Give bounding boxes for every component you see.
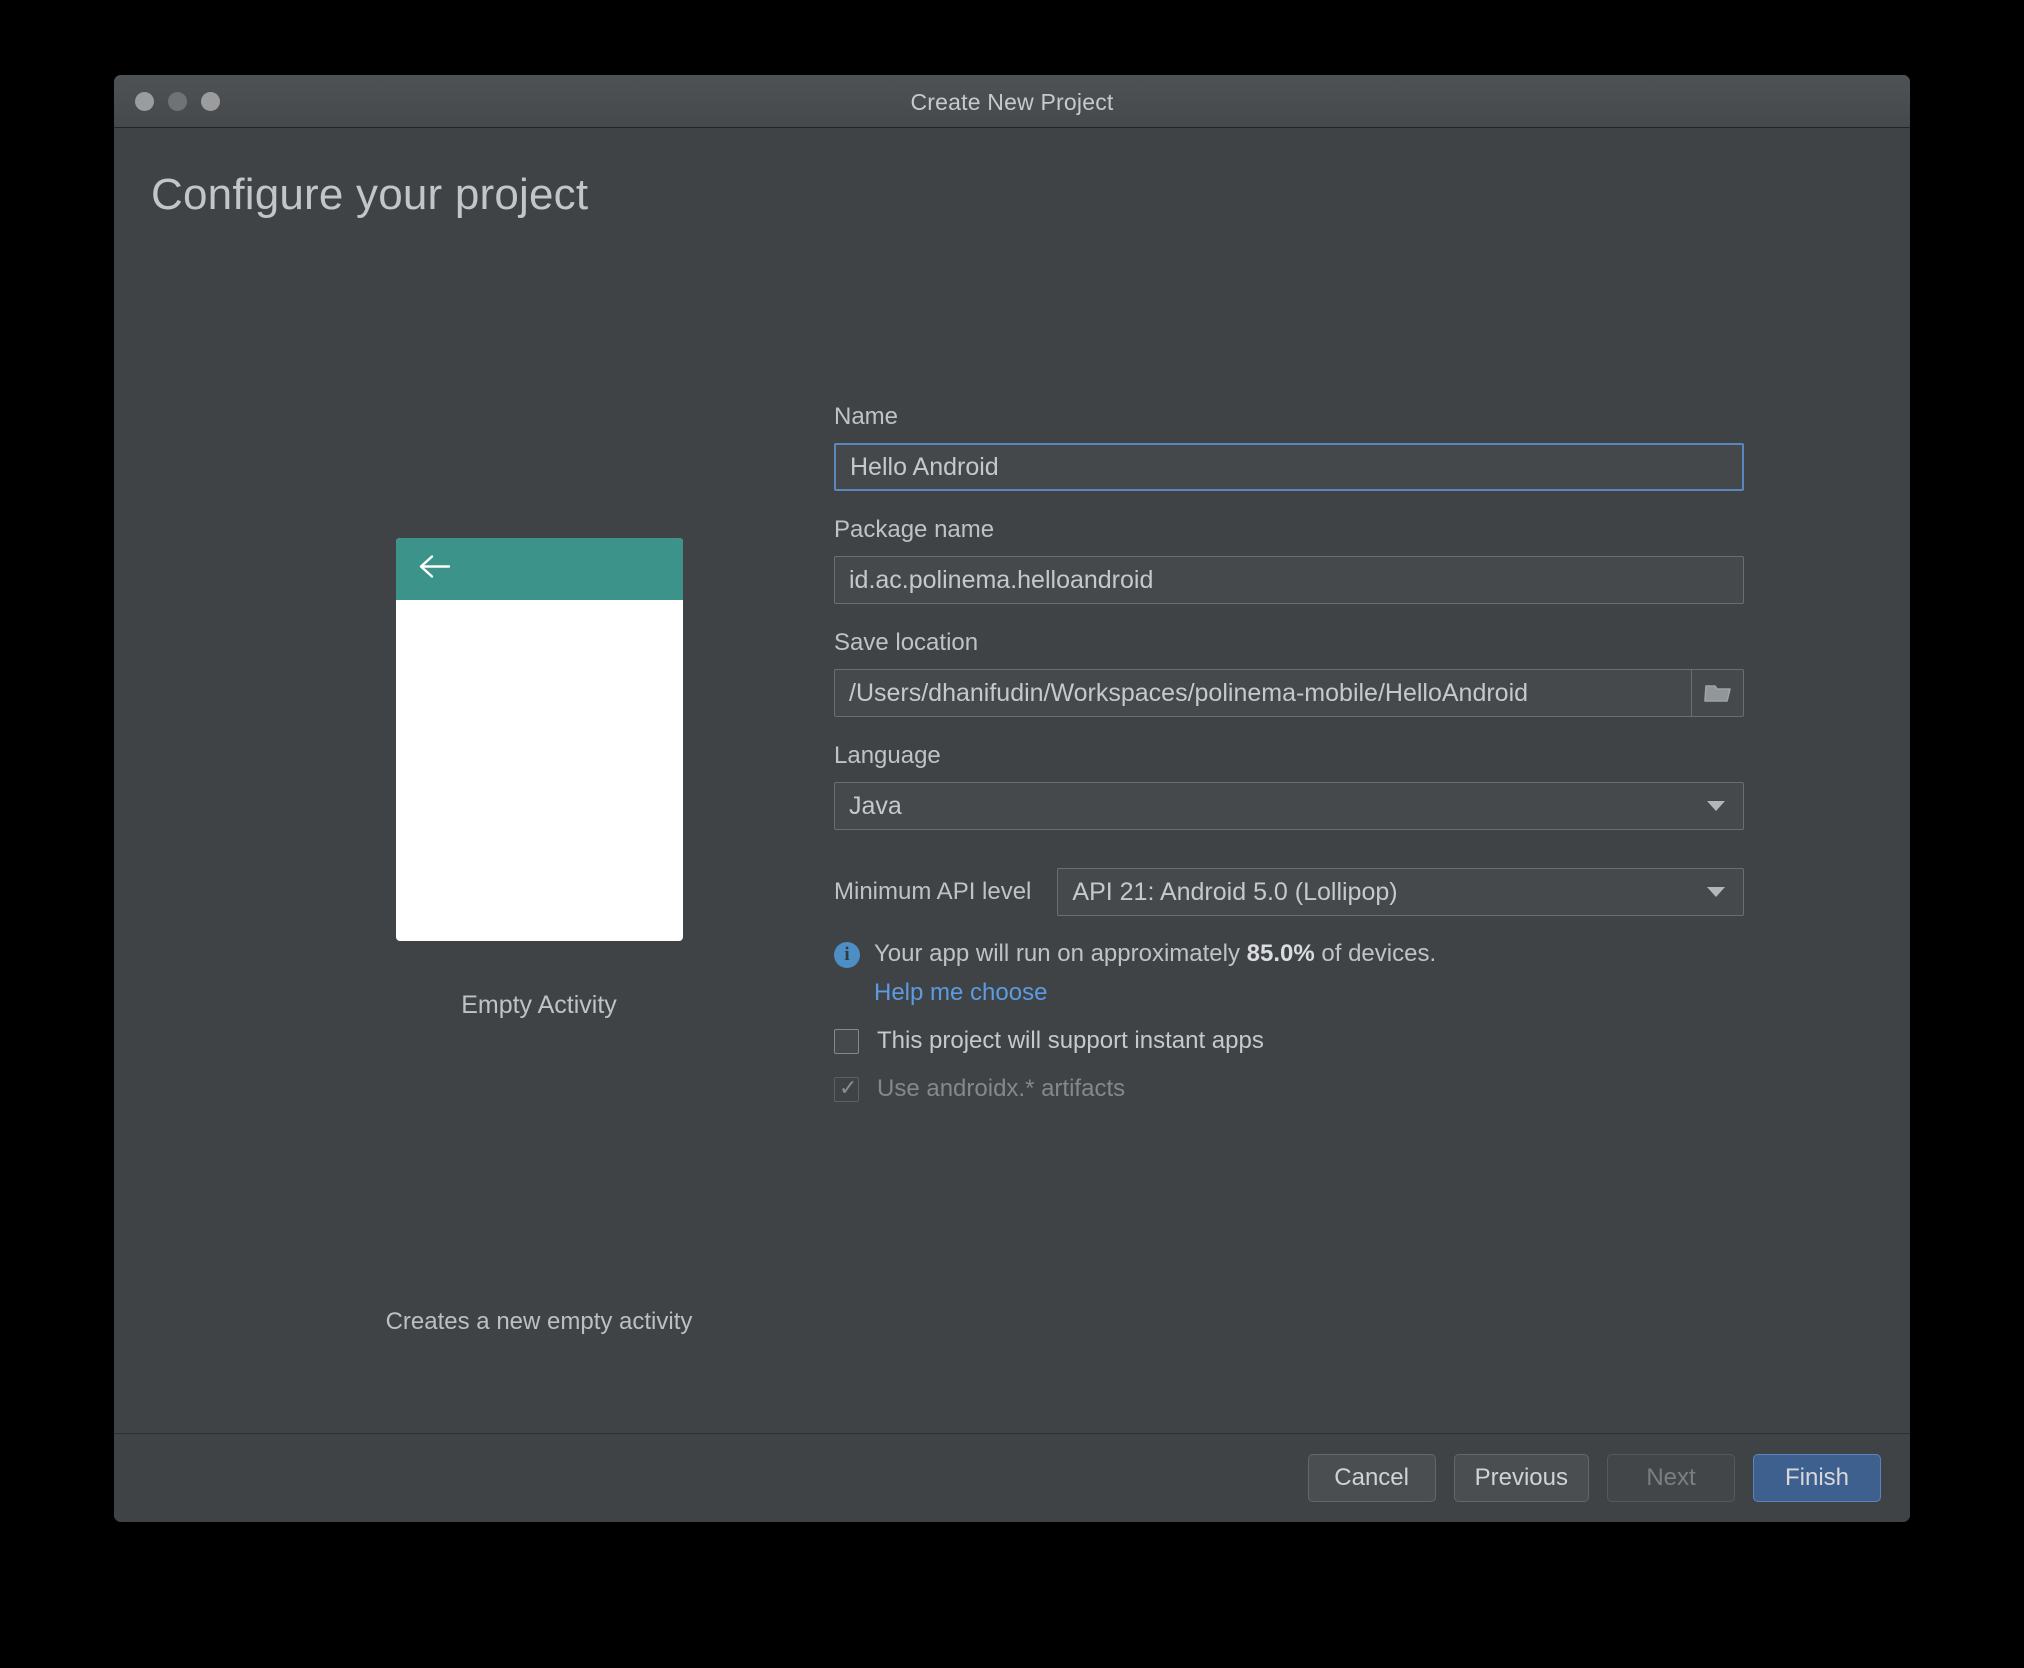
name-input[interactable]: Hello Android [834,443,1744,491]
package-name-input[interactable]: id.ac.polinema.helloandroid [834,556,1744,604]
field-minimum-api-level: Minimum API level API 21: Android 5.0 (L… [834,868,1744,916]
coverage-text-after: of devices. [1314,940,1437,967]
device-coverage-text: Your app will run on approximately 85.0%… [874,938,1436,970]
info-icon: i [834,942,860,968]
instant-apps-checkbox-row[interactable]: This project will support instant apps [834,1027,1744,1055]
androidx-checkbox: ✓ [834,1074,859,1102]
template-preview: Empty Activity [384,538,694,1020]
chevron-down-icon [1707,801,1725,811]
package-name-input-value: id.ac.polinema.helloandroid [849,565,1154,594]
instant-apps-label: This project will support instant apps [877,1027,1264,1055]
coverage-percent: 85.0% [1246,940,1315,967]
back-arrow-icon [418,554,452,585]
field-language: Language Java [834,742,1744,830]
page-title: Configure your project [151,170,589,219]
package-name-label: Package name [834,516,995,543]
androidx-label: Use androidx.* artifacts [877,1075,1126,1103]
minimum-api-level-select[interactable]: API 21: Android 5.0 (Lollipop) [1057,868,1744,916]
window-titlebar: Create New Project [114,75,1910,128]
activity-preview-image [395,538,683,941]
minimum-api-level-value: API 21: Android 5.0 (Lollipop) [1072,877,1398,906]
androidx-checkbox-row: ✓ Use androidx.* artifacts [834,1075,1744,1103]
template-name-label: Empty Activity [461,991,617,1019]
minimum-api-level-label: Minimum API level [834,878,1032,905]
instant-apps-checkbox[interactable] [834,1028,859,1054]
device-coverage-info: i Your app will run on approximately 85.… [834,938,1744,970]
language-selected-value: Java [849,791,902,820]
project-form: Name Hello Android Package name id.ac.po… [834,403,1744,1103]
window-title: Create New Project [910,89,1114,115]
dialog-content: Configure your project Empty Activity Cr… [114,128,1910,1433]
chevron-down-icon [1707,887,1725,897]
template-description: Creates a new empty activity [385,1308,693,1335]
name-label: Name [834,403,899,430]
language-label: Language [834,742,941,769]
preview-app-bar [395,538,683,600]
finish-button[interactable]: Finish [1753,1454,1881,1502]
cancel-button[interactable]: Cancel [1307,1454,1436,1502]
previous-button[interactable]: Previous [1453,1454,1589,1502]
help-me-choose-link[interactable]: Help me choose [874,979,1047,1007]
dialog-footer: Cancel Previous Next Finish [114,1433,1910,1522]
save-location-input-value: /Users/dhanifudin/Workspaces/polinema-mo… [849,678,1529,707]
field-save-location: Save location /Users/dhanifudin/Workspac… [834,629,1744,717]
field-name: Name Hello Android [834,403,1744,491]
save-location-label: Save location [834,629,979,656]
create-new-project-dialog: Create New Project Configure your projec… [114,75,1910,1522]
save-location-input[interactable]: /Users/dhanifudin/Workspaces/polinema-mo… [834,669,1744,717]
name-input-value: Hello Android [850,452,999,481]
next-button: Next [1607,1454,1735,1502]
language-select[interactable]: Java [834,782,1744,830]
folder-icon[interactable] [1691,670,1743,716]
checkmark-icon: ✓ [839,1074,858,1100]
coverage-text-before: Your app will run on approximately [874,940,1247,967]
field-package-name: Package name id.ac.polinema.helloandroid [834,516,1744,604]
